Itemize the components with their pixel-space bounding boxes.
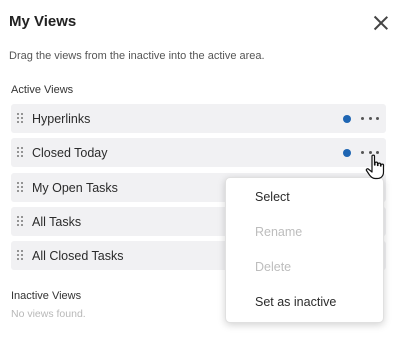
view-label: Closed Today [32,145,108,160]
view-row-hyperlinks[interactable]: Hyperlinks [11,104,386,133]
view-label: All Tasks [32,214,82,229]
view-row-closed-today[interactable]: Closed Today [11,138,386,167]
menu-item-delete: Delete [255,260,292,274]
hand-cursor-icon [365,154,385,180]
page-title: My Views [9,13,77,30]
drag-handle-icon[interactable] [16,146,26,159]
view-label: Hyperlinks [32,111,91,126]
more-options-icon[interactable] [361,113,379,123]
menu-item-set-as-inactive[interactable]: Set as inactive [255,295,336,309]
active-indicator-icon [343,115,351,123]
empty-state-text: No views found. [11,308,86,320]
drag-handle-icon[interactable] [16,112,26,125]
drag-handle-icon[interactable] [16,215,26,228]
drag-handle-icon[interactable] [16,181,26,194]
drag-handle-icon[interactable] [16,249,26,262]
description-text: Drag the views from the inactive into th… [9,50,265,62]
menu-item-rename: Rename [255,225,303,239]
view-label: My Open Tasks [32,180,118,195]
inactive-views-label: Inactive Views [11,290,82,302]
active-views-label: Active Views [11,84,74,96]
menu-item-select[interactable]: Select [255,190,290,204]
context-menu: Select Rename Delete Set as inactive [225,177,384,323]
view-label: All Closed Tasks [32,248,124,263]
active-indicator-icon [343,149,351,157]
close-icon[interactable] [372,14,390,32]
